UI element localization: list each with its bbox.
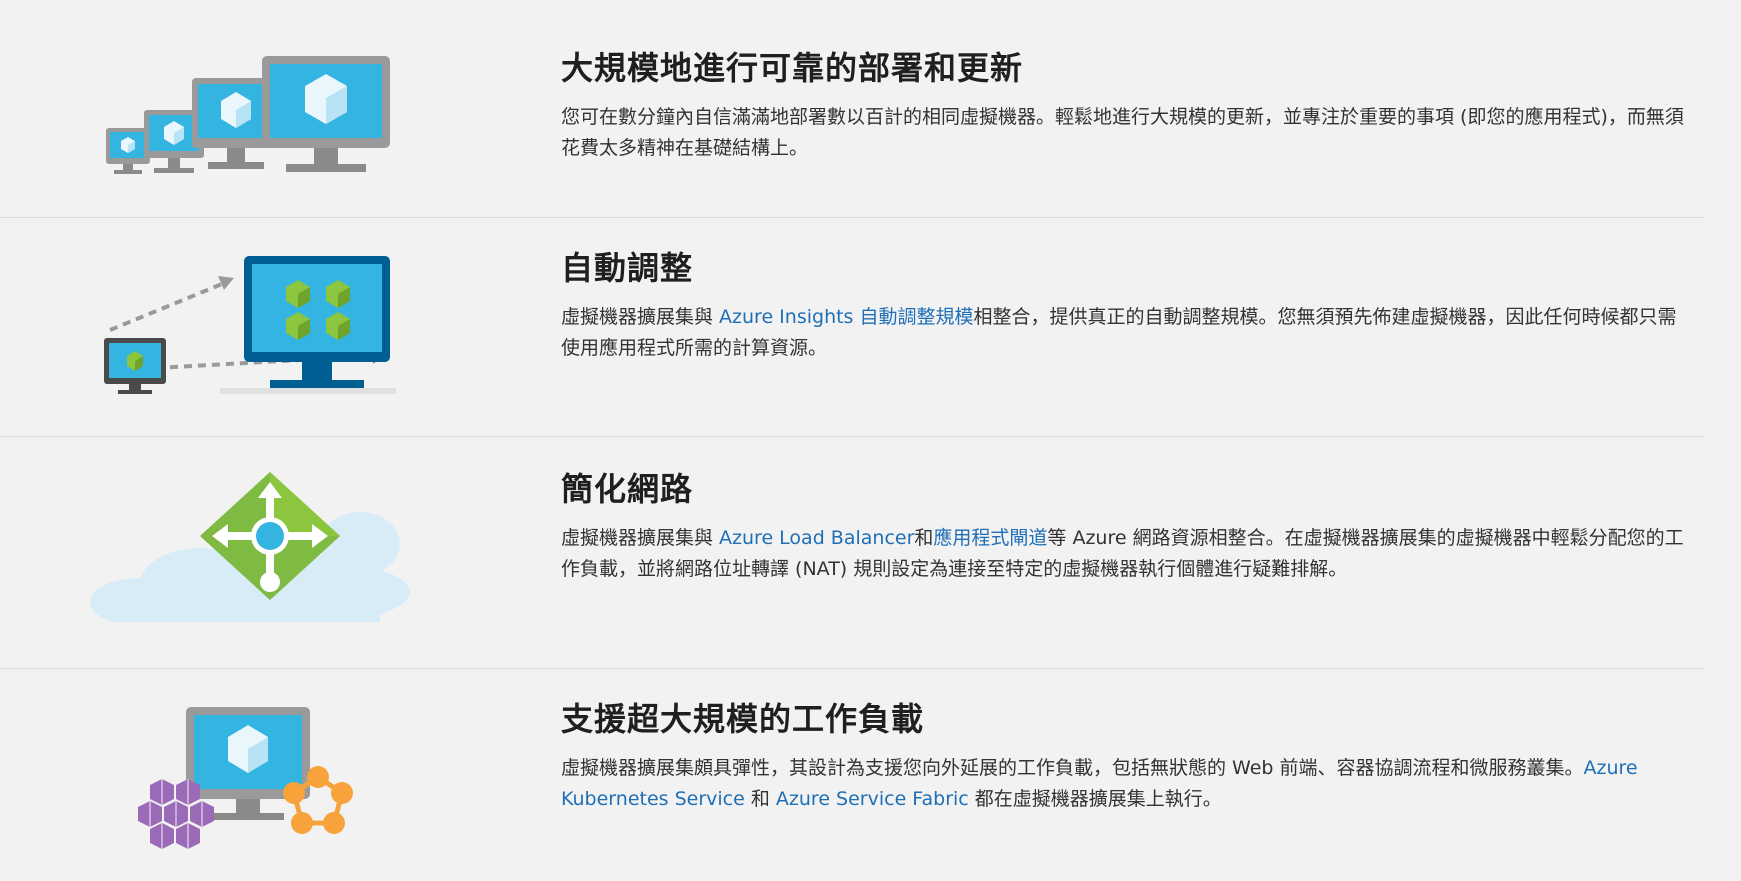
feature-autoscale-text: 自動調整 虛擬機器擴展集與 Azure Insights 自動調整規模相整合，提… [561,248,1686,364]
feature-hyperscale-description: 虛擬機器擴展集頗具彈性，其設計為支援您向外延展的工作負載，包括無狀態的 Web … [561,757,1638,810]
containers-microservices-icon [90,707,410,857]
feature-autoscale-description: 虛擬機器擴展集與 Azure Insights 自動調整規模相整合，提供真正的自… [561,306,1677,359]
feature-networking-section: 簡化網路 虛擬機器擴展集與 Azure Load Balancer和應用程式閘道… [0,437,1704,668]
feature-deploy-text: 大規模地進行可靠的部署和更新 您可在數分鐘內自信滿滿地部署數以百計的相同虛擬機器… [561,48,1686,164]
feature-networking-text: 簡化網路 虛擬機器擴展集與 Azure Load Balancer和應用程式閘道… [561,469,1686,585]
feature-deploy-title: 大規模地進行可靠的部署和更新 [561,49,1024,87]
feature-networking-description: 虛擬機器擴展集與 Azure Load Balancer和應用程式閘道等 Azu… [561,527,1684,580]
feature-hyperscale-title: 支援超大規模的工作負載 [561,700,925,738]
features-page: 大規模地進行可靠的部署和更新 您可在數分鐘內自信滿滿地部署數以百計的相同虛擬機器… [0,0,1741,881]
feature-hyperscale-section: 支援超大規模的工作負載 虛擬機器擴展集頗具彈性，其設計為支援您向外延展的工作負載… [0,669,1704,881]
azure-load-balancer-link[interactable]: Azure Load Balancer [719,527,914,549]
feature-autoscale-section: 自動調整 虛擬機器擴展集與 Azure Insights 自動調整規模相整合，提… [0,218,1704,436]
scaling-monitors-icon [90,52,410,182]
feature-deploy-section: 大規模地進行可靠的部署和更新 您可在數分鐘內自信滿滿地部署數以百計的相同虛擬機器… [0,0,1704,217]
feature-deploy-description: 您可在數分鐘內自信滿滿地部署數以百計的相同虛擬機器。輕鬆地進行大規模的更新，並專… [561,106,1684,159]
azure-service-fabric-link[interactable]: Azure Service Fabric [776,788,969,810]
feature-networking-title: 簡化網路 [561,470,694,508]
feature-autoscale-title: 自動調整 [561,249,694,287]
azure-insights-autoscale-link[interactable]: Azure Insights 自動調整規模 [719,306,973,328]
load-balancer-cloud-icon [90,472,410,626]
autoscale-monitor-icon [90,256,410,396]
feature-hyperscale-text: 支援超大規模的工作負載 虛擬機器擴展集頗具彈性，其設計為支援您向外延展的工作負載… [561,699,1686,815]
application-gateway-link[interactable]: 應用程式閘道 [933,527,1047,549]
